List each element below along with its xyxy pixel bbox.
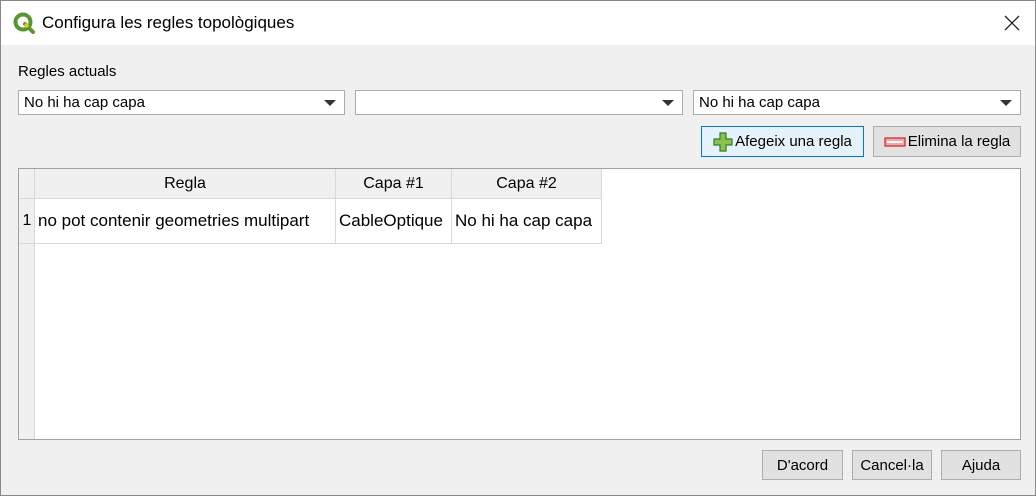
remove-rule-button[interactable]: Elimina la regla [873,126,1021,157]
title-bar: Configura les regles topològiques [1,1,1035,45]
layer1-combo[interactable]: No hi ha cap capa [18,90,345,115]
table-cell-layer2[interactable]: No hi ha cap capa [452,199,602,244]
help-button[interactable]: Ajuda [941,450,1021,480]
red-minus-icon [884,136,906,148]
chevron-down-icon [1000,100,1012,106]
column-header-regla[interactable]: Regla [35,169,336,199]
window-title: Configura les regles topològiques [42,13,295,32]
close-icon [1004,15,1020,31]
layer2-combo-value: No hi ha cap capa [699,94,820,111]
chevron-down-icon [662,100,674,106]
table-cell-rule[interactable]: no pot contenir geometries multipart [35,199,336,244]
column-header-capa-2[interactable]: Capa #2 [452,169,602,199]
dialog-window: Configura les regles topològiques Regles… [0,0,1036,496]
table-cell-layer1[interactable]: CableOptique [336,199,452,244]
add-rule-button[interactable]: Afegeix una regla [701,126,864,157]
layer2-combo[interactable]: No hi ha cap capa [693,90,1021,115]
remove-rule-label: Elimina la regla [907,133,1011,150]
table-corner[interactable] [19,169,35,199]
column-header-capa-1[interactable]: Capa #1 [336,169,452,199]
ok-button[interactable]: D'acord [762,450,843,480]
green-plus-icon [713,131,733,152]
current-rules-label: Regles actuals [18,63,117,80]
add-rule-label: Afegeix una regla [735,133,852,150]
cancel-button[interactable]: Cancel·la [852,450,932,480]
row-header[interactable]: 1 [19,199,35,244]
chevron-down-icon [324,100,336,106]
rules-table: Regla Capa #1 Capa #2 1 no pot contenir … [18,168,1021,440]
layer1-combo-value: No hi ha cap capa [24,94,145,111]
rule-type-combo[interactable] [355,90,683,115]
close-button[interactable] [989,1,1035,45]
qgis-logo-icon [13,12,35,34]
